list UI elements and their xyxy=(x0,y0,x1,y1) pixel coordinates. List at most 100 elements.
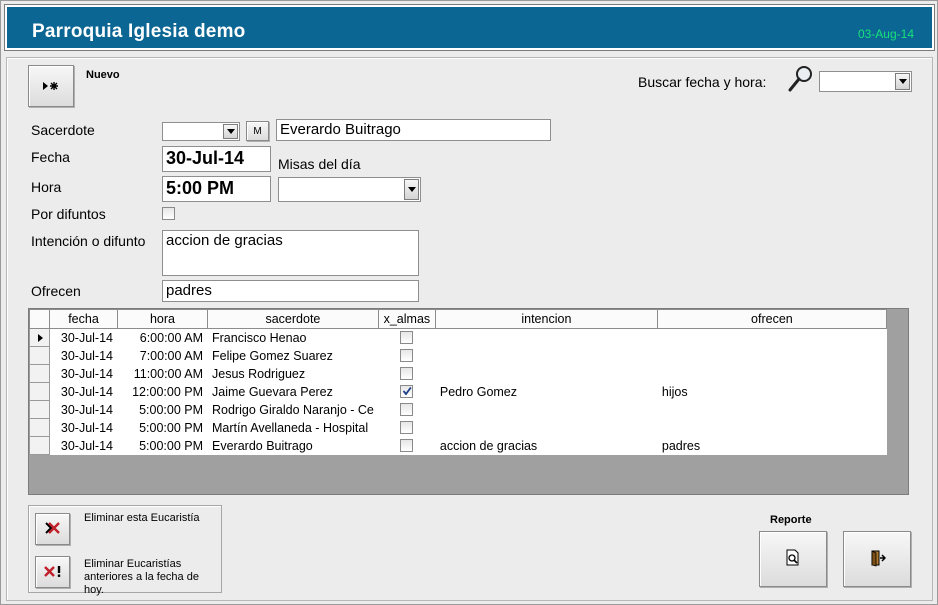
delete-old-icon xyxy=(43,564,63,581)
search-label: Buscar fecha y hora: xyxy=(638,74,767,90)
sacerdote-select[interactable] xyxy=(162,122,240,141)
cell-intencion[interactable] xyxy=(434,418,658,437)
m-button-label: M xyxy=(253,125,262,137)
cell-fecha[interactable]: 30-Jul-14 xyxy=(49,346,118,365)
por-difuntos-checkbox[interactable] xyxy=(162,207,175,220)
cell-ofrecen[interactable] xyxy=(656,346,887,365)
cell-ofrecen[interactable] xyxy=(656,328,887,347)
cell-fecha[interactable]: 30-Jul-14 xyxy=(49,418,118,437)
report-label: Reporte xyxy=(770,514,812,526)
cell-intencion[interactable]: Pedro Gomez xyxy=(434,382,658,401)
current-date: 03-Aug-14 xyxy=(857,27,914,41)
cell-ofrecen[interactable] xyxy=(656,418,887,437)
row-selector[interactable] xyxy=(29,436,50,455)
cell-sacerdote[interactable]: Jaime Guevara Perez xyxy=(207,382,379,401)
column-header-fecha[interactable]: fecha xyxy=(49,309,118,329)
m-button[interactable]: M xyxy=(246,121,269,141)
cell-fecha[interactable]: 30-Jul-14 xyxy=(49,382,118,401)
misas-del-dia-select[interactable] xyxy=(278,177,421,202)
cell-sacerdote[interactable]: Felipe Gomez Suarez xyxy=(207,346,379,365)
masses-table: fecha hora sacerdote x_almas intencion o… xyxy=(29,309,887,455)
sacerdote-name-field[interactable]: Everardo Buitrago xyxy=(276,119,551,141)
row-selector[interactable] xyxy=(29,364,50,383)
table-row[interactable]: 30-Jul-14 12:00:00 PM Jaime Guevara Perez P… xyxy=(29,382,887,401)
new-record-icon xyxy=(42,78,60,94)
fecha-field[interactable]: 30-Jul-14 xyxy=(162,146,271,172)
cell-hora[interactable]: 5:00:00 PM xyxy=(117,418,208,437)
cell-sacerdote[interactable]: Francisco Henao xyxy=(207,328,379,347)
row-selector-header xyxy=(29,309,50,329)
delete-old-button[interactable] xyxy=(35,556,70,588)
cell-ofrecen[interactable]: padres xyxy=(656,436,887,455)
cell-fecha[interactable]: 30-Jul-14 xyxy=(49,364,118,383)
cell-fecha[interactable]: 30-Jul-14 xyxy=(49,436,118,455)
row-selector[interactable] xyxy=(29,382,50,401)
row-selector[interactable] xyxy=(29,346,50,365)
magnifier-icon[interactable] xyxy=(787,64,815,97)
dropdown-arrow-icon[interactable] xyxy=(895,73,910,90)
cell-fecha[interactable]: 30-Jul-14 xyxy=(49,400,118,419)
intencion-label: Intención o difunto xyxy=(31,233,146,249)
search-datetime-select[interactable] xyxy=(819,71,912,92)
cell-intencion[interactable] xyxy=(434,346,658,365)
cell-sacerdote[interactable]: Rodrigo Giraldo Naranjo - Ce xyxy=(207,400,379,419)
cell-hora[interactable]: 5:00:00 PM xyxy=(117,436,208,455)
intencion-field[interactable]: accion de gracias xyxy=(162,230,419,276)
column-header-x-almas[interactable]: x_almas xyxy=(377,309,436,329)
hora-field[interactable]: 5:00 PM xyxy=(162,176,271,202)
cell-fecha[interactable]: 30-Jul-14 xyxy=(49,328,118,347)
cell-sacerdote[interactable]: Martín Avellaneda - Hospital xyxy=(207,418,379,437)
cell-hora[interactable]: 5:00:00 PM xyxy=(117,400,208,419)
x-almas-checkbox[interactable] xyxy=(400,349,414,362)
column-header-ofrecen[interactable]: ofrecen xyxy=(656,309,887,329)
cell-intencion[interactable] xyxy=(434,364,658,383)
cell-sacerdote[interactable]: Everardo Buitrago xyxy=(207,436,379,455)
dropdown-arrow-icon[interactable] xyxy=(223,124,238,139)
cell-intencion[interactable] xyxy=(434,400,658,419)
table-row[interactable]: 30-Jul-14 5:00:00 PM Everardo Buitrago acci… xyxy=(29,436,887,455)
table-row[interactable]: 30-Jul-14 11:00:00 AM Jesus Rodriguez xyxy=(29,364,887,383)
cell-hora[interactable]: 12:00:00 PM xyxy=(117,382,208,401)
report-preview-icon xyxy=(784,549,802,570)
column-header-sacerdote[interactable]: sacerdote xyxy=(207,309,379,329)
x-almas-checkbox[interactable] xyxy=(400,331,414,345)
column-header-hora[interactable]: hora xyxy=(117,309,208,329)
x-almas-checkbox[interactable] xyxy=(400,421,414,434)
delete-actions-group: Eliminar esta Eucaristía Eliminar Eucari… xyxy=(28,505,222,596)
report-button[interactable] xyxy=(759,531,827,587)
x-almas-checkbox[interactable] xyxy=(400,385,414,399)
table-row[interactable]: 30-Jul-14 5:00:00 PM Martín Avellaneda - H… xyxy=(29,418,887,437)
cell-ofrecen[interactable]: hijos xyxy=(656,382,887,401)
x-almas-checkbox[interactable] xyxy=(400,439,414,452)
new-record-button[interactable] xyxy=(28,65,74,107)
row-selector[interactable] xyxy=(29,400,50,419)
row-selector[interactable] xyxy=(29,418,50,437)
ofrecen-field[interactable]: padres xyxy=(162,280,419,302)
x-almas-checkbox[interactable] xyxy=(400,367,414,380)
row-selector[interactable] xyxy=(29,328,50,347)
checkmark-icon xyxy=(402,385,412,399)
delete-one-button[interactable] xyxy=(35,513,70,545)
cell-hora[interactable]: 7:00:00 AM xyxy=(117,346,208,365)
cell-hora[interactable]: 11:00:00 AM xyxy=(117,364,208,383)
cell-hora[interactable]: 6:00:00 AM xyxy=(117,328,208,347)
cell-ofrecen[interactable] xyxy=(656,400,887,419)
ofrecen-label: Ofrecen xyxy=(31,283,81,299)
cell-intencion[interactable] xyxy=(434,328,658,347)
exit-button[interactable] xyxy=(843,531,911,587)
app-title: Parroquia Iglesia demo xyxy=(32,21,246,42)
table-row[interactable]: 30-Jul-14 5:00:00 PM Rodrigo Giraldo Naran… xyxy=(29,400,887,419)
table-row[interactable]: 30-Jul-14 7:00:00 AM Felipe Gomez Suarez xyxy=(29,346,887,365)
x-almas-checkbox[interactable] xyxy=(400,403,414,416)
cell-ofrecen[interactable] xyxy=(656,364,887,383)
cell-x-almas xyxy=(377,364,436,383)
cell-intencion[interactable]: accion de gracias xyxy=(434,436,658,455)
cell-x-almas xyxy=(377,382,436,401)
grid-body: 30-Jul-14 6:00:00 AM Francisco Henao 30-Jul… xyxy=(29,328,887,455)
masses-grid[interactable]: fecha hora sacerdote x_almas intencion o… xyxy=(28,308,909,495)
table-row[interactable]: 30-Jul-14 6:00:00 AM Francisco Henao xyxy=(29,328,887,347)
cell-x-almas xyxy=(377,328,436,347)
dropdown-arrow-icon[interactable] xyxy=(404,179,419,200)
cell-sacerdote[interactable]: Jesus Rodriguez xyxy=(207,364,379,383)
column-header-intencion[interactable]: intencion xyxy=(434,309,658,329)
